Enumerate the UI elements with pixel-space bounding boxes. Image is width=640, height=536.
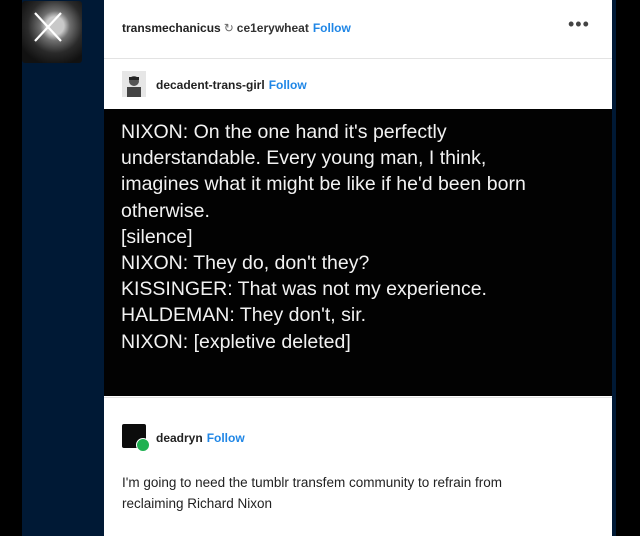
quote-line: HALDEMAN: They don't, sir. [121,304,367,327]
screen: transmechanicus ↻ ce1erywheat Follow ••• de… [0,0,640,536]
reply-text-line: reclaiming Richard Nixon [122,496,273,511]
quote-line: imagines what it might be like if he'd b… [121,173,526,196]
quote-line: [silence] [121,225,193,248]
reply-header: deadryn Follow [122,424,602,452]
more-options-icon[interactable]: ••• [568,14,590,35]
reply-follow-button[interactable]: Follow [207,431,245,445]
reply-author-link[interactable]: deadryn [156,431,203,445]
post-author-link[interactable]: transmechanicus [122,21,221,35]
reply-divider [104,397,612,398]
follow-button[interactable]: Follow [313,21,351,35]
quoted-follow-button[interactable]: Follow [269,78,307,92]
quote-line: otherwise. [121,199,210,222]
quoted-author-line: decadent-trans-girl Follow [156,78,307,92]
reply-author-line: deadryn Follow [156,431,245,445]
reblogged-from-link[interactable]: ce1erywheat [237,21,309,35]
quote-lines: NIXON: On the one hand it's perfectly un… [121,119,611,355]
quoted-post-header: decadent-trans-girl Follow [122,70,602,100]
reply-text-line: I'm going to need the tumblr transfem co… [122,475,502,490]
x-overlay-icon [34,12,62,42]
quote-line: NIXON: They do, don't they? [121,252,370,275]
post-attribution: transmechanicus ↻ ce1erywheat Follow [122,21,351,35]
quote-line: KISSINGER: That was not my experience. [121,278,487,301]
quote-line: understandable. Every young man, I think… [121,147,487,170]
header-divider [104,58,612,59]
online-badge-icon [136,438,150,452]
quote-line: NIXON: On the one hand it's perfectly [121,121,447,143]
quote-line: NIXON: [expletive deleted] [121,330,351,353]
reply-body: I'm going to need the tumblr transfem co… [122,472,592,514]
post-card: transmechanicus ↻ ce1erywheat Follow ••• de… [104,0,612,536]
post-header: transmechanicus ↻ ce1erywheat Follow ••• [104,0,612,58]
left-border [0,0,22,536]
quoted-image-text: NIXON: On the one hand it's perfectly un… [104,109,612,396]
right-border [616,0,640,536]
reblog-icon: ↻ [223,21,234,35]
author-avatar[interactable] [22,1,82,63]
quoted-author-avatar[interactable] [122,71,146,97]
quoted-author-link[interactable]: decadent-trans-girl [156,78,265,92]
